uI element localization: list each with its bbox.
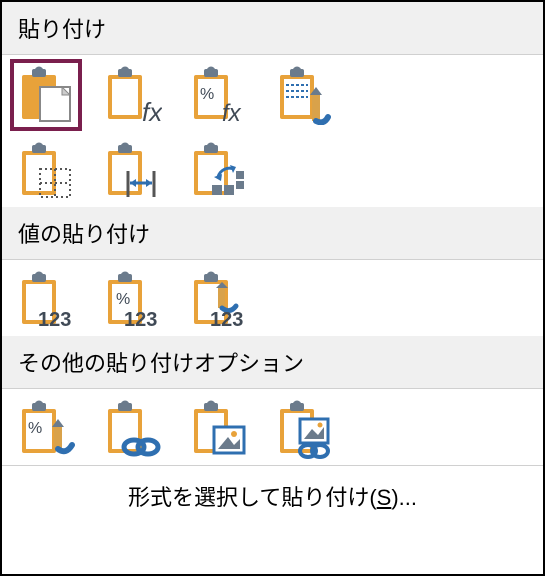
paste-formatting-button[interactable]: % <box>16 399 76 459</box>
paste-special-menu-item[interactable]: 形式を選択して貼り付け(S)... <box>2 465 543 526</box>
n123-label: 123 <box>210 309 243 330</box>
section-header-other: その他の貼り付けオプション <box>2 336 543 389</box>
paste-values-source-fmt-button[interactable]: 123 <box>188 270 248 330</box>
section-header-paste: 貼り付け <box>2 2 543 55</box>
paste-values-row: 123 % 123 123 <box>2 260 543 336</box>
pct-label: % <box>28 420 42 437</box>
n123-label: 123 <box>124 309 157 330</box>
paste-transpose-button[interactable] <box>188 141 248 201</box>
paste-link-button[interactable] <box>102 399 162 459</box>
paste-keep-col-width-button[interactable] <box>102 141 162 201</box>
fx-label: fx <box>222 100 242 125</box>
paste-no-borders-button[interactable] <box>16 141 76 201</box>
section-title: その他の貼り付けオプション <box>18 351 304 376</box>
n123-label: 123 <box>38 309 71 330</box>
paste-other-row: % <box>2 389 543 465</box>
pct-label: % <box>116 291 130 308</box>
paste-picture-button[interactable] <box>188 399 248 459</box>
paste-values-number-fmt-button[interactable]: % 123 <box>102 270 162 330</box>
section-title: 貼り付け <box>18 17 106 42</box>
fx-label: fx <box>142 97 162 125</box>
paste-button[interactable] <box>16 65 76 125</box>
paste-formulas-button[interactable]: fx <box>102 65 162 125</box>
paste-keep-source-fmt-button[interactable] <box>274 65 334 125</box>
section-title: 値の貼り付け <box>18 222 150 247</box>
paste-options-row-1: fx % fx <box>2 55 543 131</box>
paste-special-accelerator: S <box>377 485 392 510</box>
section-header-values: 値の貼り付け <box>2 207 543 260</box>
paste-special-suffix: )... <box>391 485 417 510</box>
paste-special-prefix: 形式を選択して貼り付け( <box>128 485 377 510</box>
paste-linked-picture-button[interactable] <box>274 399 334 459</box>
pct-label: % <box>200 86 214 103</box>
paste-options-row-2 <box>2 131 543 207</box>
paste-formulas-number-fmt-button[interactable]: % fx <box>188 65 248 125</box>
paste-values-button[interactable]: 123 <box>16 270 76 330</box>
